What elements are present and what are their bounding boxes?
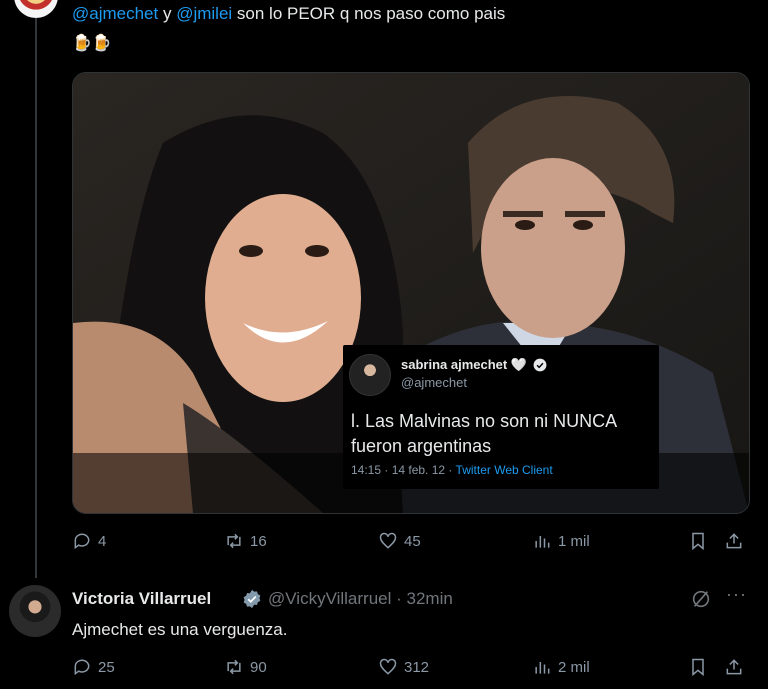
embedded-avatar (349, 354, 391, 396)
reply-button[interactable]: 4 (72, 531, 106, 551)
verified-badge-icon (533, 358, 547, 372)
reply-text: Ajmechet es una verguenza. (72, 620, 288, 639)
tweet-text-conjunction: y (158, 4, 177, 23)
thread-connector-line (35, 18, 37, 578)
views-count: 1 mil (558, 532, 590, 550)
tweet-text: @ajmechet y @jmilei son lo PEOR q nos pa… (72, 4, 505, 24)
mention-ajmechet-link[interactable]: @ajmechet (72, 4, 158, 23)
views-button[interactable]: 2 mil (532, 657, 590, 677)
retweet-button[interactable]: 16 (224, 531, 267, 551)
tweet-action-bar: 4 16 45 1 mil (72, 531, 752, 555)
like-button[interactable]: 45 (378, 531, 421, 551)
embedded-tweet-meta: 14:15 · 14 feb. 12 · Twitter Web Client (351, 463, 553, 477)
reply-count: 25 (98, 658, 115, 676)
reply-author-handle[interactable]: @VickyVillarruel · 32min (268, 589, 453, 609)
mention-jmilei-link[interactable]: @jmilei (176, 4, 232, 23)
embedded-timestamp: 14:15 · 14 feb. 12 · (351, 463, 456, 477)
embedded-text-line-2: fueron argentinas (351, 436, 492, 456)
bookmark-button[interactable] (688, 531, 708, 551)
like-count: 312 (404, 658, 430, 676)
retweet-count: 90 (250, 658, 267, 676)
views-button[interactable]: 1 mil (532, 531, 590, 551)
share-button[interactable] (724, 531, 744, 551)
author-avatar[interactable] (14, 0, 58, 18)
like-count: 45 (404, 532, 421, 550)
embedded-author-handle: @ajmechet (401, 375, 467, 390)
reply-action-bar: 25 90 312 2 mil (72, 657, 752, 681)
retweet-button[interactable]: 90 (224, 657, 267, 677)
reply-button[interactable]: 25 (72, 657, 115, 677)
bookmark-button[interactable] (688, 657, 708, 677)
reply-icon (74, 659, 90, 676)
share-icon (726, 659, 742, 675)
bookmark-icon (692, 658, 704, 677)
bookmark-icon (692, 532, 704, 551)
embedded-author-name: sabrina ajmechet 🤍 (401, 357, 528, 372)
tweet-media-image[interactable]: sabrina ajmechet 🤍 @ajmechet l. Las Malv… (72, 72, 750, 514)
views-count: 2 mil (558, 658, 590, 676)
heart-icon (379, 532, 397, 549)
retweet-icon (227, 533, 241, 549)
like-button[interactable]: 312 (378, 657, 429, 677)
reply-author-avatar[interactable] (9, 585, 61, 637)
heart-icon (379, 658, 397, 675)
views-icon (535, 662, 550, 674)
tweet-text-body: son lo PEOR q nos paso como pais (232, 4, 506, 23)
beer-emoji: 🍺🍺 (72, 35, 112, 52)
share-button[interactable] (724, 657, 744, 677)
share-icon (726, 533, 742, 549)
embedded-tweet-text: l. Las Malvinas no son ni NUNCA fueron a… (351, 409, 617, 459)
views-icon (535, 536, 550, 548)
retweet-icon (227, 659, 241, 675)
reply-author-name[interactable]: Victoria Villarruel (72, 589, 211, 609)
verified-badge-icon (243, 589, 261, 609)
reply-count: 4 (98, 532, 107, 550)
embedded-tweet-screenshot: sabrina ajmechet 🤍 @ajmechet l. Las Malv… (343, 345, 659, 489)
embedded-client: Twitter Web Client (455, 463, 553, 477)
embedded-text-line-1: l. Las Malvinas no son ni NUNCA (351, 411, 618, 431)
grok-icon[interactable] (690, 588, 712, 610)
reply-icon (74, 533, 90, 550)
more-options-icon[interactable]: ··· (726, 584, 747, 605)
retweet-count: 16 (250, 532, 267, 550)
